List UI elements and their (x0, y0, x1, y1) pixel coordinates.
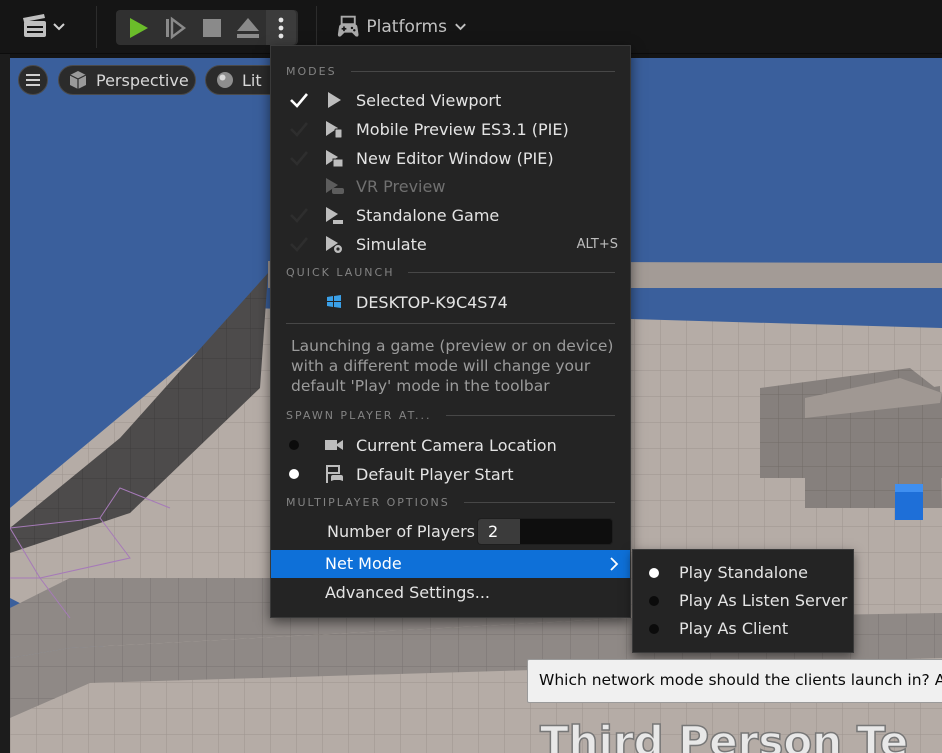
eject-icon (237, 17, 259, 38)
menu-divider (286, 323, 615, 324)
eject-button[interactable] (230, 10, 266, 45)
number-of-players-label: Number of Players (327, 522, 475, 541)
mode-item-vr-preview: VR Preview (271, 172, 630, 200)
play-options-button[interactable] (266, 10, 296, 45)
section-header-spawn: SPAWN PLAYER AT... (286, 408, 615, 422)
simulate-icon (326, 236, 343, 254)
hamburger-menu-icon (26, 74, 40, 86)
checkmark-icon (290, 122, 308, 137)
quick-launch-device[interactable]: DESKTOP-K9C4S74 (271, 288, 630, 316)
mode-item-new-editor-window[interactable]: New Editor Window (PIE) (271, 144, 630, 172)
chevron-right-icon (610, 557, 619, 571)
play-controls (116, 10, 298, 45)
section-header-quick-launch: QUICK LAUNCH (286, 265, 615, 279)
editor-window-icon (326, 150, 344, 168)
play-icon (130, 17, 148, 38)
radio-selected (649, 568, 659, 578)
section-header-modes: MODES (286, 64, 615, 78)
stop-icon (203, 18, 221, 37)
radio-unselected (649, 624, 659, 634)
mode-item-selected-viewport[interactable]: Selected Viewport (271, 86, 630, 114)
toolbar-divider (316, 6, 317, 48)
frame-skip-button[interactable] (157, 10, 193, 45)
stop-button[interactable] (194, 10, 230, 45)
chevron-down-icon (455, 23, 466, 31)
platforms-button[interactable]: Platforms (336, 12, 468, 42)
gamepad-icon (337, 15, 359, 37)
toolbar-divider (96, 6, 97, 48)
lit-label: Lit (242, 70, 262, 90)
perspective-button[interactable]: Perspective (58, 65, 196, 95)
play-button[interactable] (120, 10, 156, 45)
number-of-players-spinbox[interactable]: 2 (477, 518, 613, 545)
clapperboard-icon (23, 14, 65, 37)
perspective-label: Perspective (96, 70, 189, 90)
spawn-item-default-player-start[interactable]: Default Player Start (271, 460, 630, 488)
cinematics-button[interactable] (18, 12, 74, 42)
advanced-settings-label: Advanced Settings... (325, 583, 490, 602)
radio-unselected (649, 596, 659, 606)
mode-item-standalone-game[interactable]: Standalone Game (271, 201, 630, 229)
world-text: Third Person Te (540, 717, 908, 753)
net-mode-play-as-client[interactable]: Play As Client (633, 615, 853, 643)
player-start-icon (326, 465, 343, 483)
spawn-item-current-camera[interactable]: Current Camera Location (271, 431, 630, 459)
sphere-icon (217, 72, 233, 88)
checkmark-icon (290, 208, 308, 223)
play-options-menu: MODES Selected Viewport Mobile Preview E… (270, 45, 631, 618)
mode-item-simulate[interactable]: Simulate ALT+S (271, 230, 630, 258)
tooltip-text: Which network mode should the clients la… (539, 671, 942, 689)
checkmark-icon (290, 151, 308, 166)
cube-icon (69, 71, 87, 89)
radio-selected (289, 469, 299, 479)
mode-item-mobile-preview[interactable]: Mobile Preview ES3.1 (PIE) (271, 115, 630, 143)
vertical-dots-icon (278, 17, 284, 38)
radio-unselected (289, 440, 299, 450)
viewport-play-icon (328, 92, 341, 108)
net-mode-play-standalone[interactable]: Play Standalone (633, 559, 853, 587)
vr-headset-icon (326, 178, 344, 194)
simulate-shortcut: ALT+S (576, 236, 618, 252)
frame-skip-icon (166, 16, 186, 39)
net-mode-item[interactable]: Net Mode (271, 550, 630, 578)
net-mode-label: Net Mode (325, 554, 402, 573)
number-of-players-row: Number of Players 2 (271, 518, 630, 546)
platforms-label: Platforms (366, 17, 447, 37)
video-camera-icon (325, 440, 343, 450)
advanced-settings-item[interactable]: Advanced Settings... (271, 579, 630, 607)
checkmark-icon (290, 237, 308, 252)
launch-mode-info: Launching a game (preview or on device) … (291, 337, 614, 395)
left-panel-edge (0, 54, 10, 753)
spinbox-fill (478, 519, 520, 544)
windows-logo-icon (327, 295, 341, 308)
standalone-game-icon (326, 207, 343, 224)
viewport-options-button[interactable] (18, 65, 48, 95)
mobile-preview-icon (326, 121, 343, 139)
net-mode-submenu: Play Standalone Play As Listen Server Pl… (632, 549, 854, 653)
number-of-players-value: 2 (488, 522, 499, 541)
net-mode-tooltip: Which network mode should the clients la… (527, 659, 942, 703)
net-mode-play-as-listen-server[interactable]: Play As Listen Server (633, 587, 853, 615)
checkmark-icon (290, 93, 308, 108)
section-header-multiplayer: MULTIPLAYER OPTIONS (286, 495, 615, 509)
